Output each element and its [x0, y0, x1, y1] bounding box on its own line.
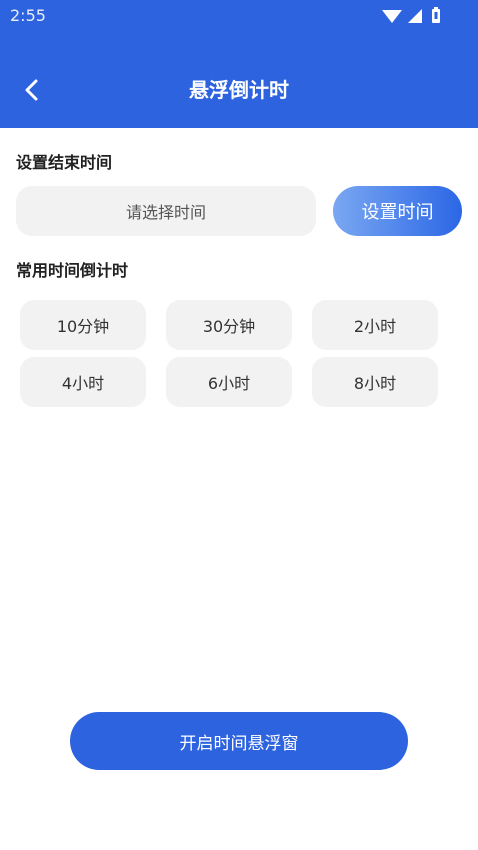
page-title: 悬浮倒计时 [189, 78, 289, 102]
app-screen: 2:55 悬浮倒计时 设置结束时间 请选择时间 设置时间 常用时间倒计时 10分 [0, 0, 478, 850]
open-floating-window-button[interactable]: 开启时间悬浮窗 [70, 712, 408, 770]
presets-label: 常用时间倒计时 [16, 261, 129, 280]
battery-icon [432, 7, 440, 23]
status-time: 2:55 [10, 6, 46, 25]
time-select-field[interactable]: 请选择时间 [16, 186, 316, 236]
wifi-icon [382, 10, 402, 23]
set-time-button[interactable]: 设置时间 [333, 186, 462, 236]
header-bar: 2:55 悬浮倒计时 [0, 0, 478, 128]
preset-chip-4h[interactable]: 4小时 [20, 357, 146, 407]
end-time-label: 设置结束时间 [16, 153, 113, 172]
preset-chip-8h[interactable]: 8小时 [312, 357, 438, 407]
signal-icon [408, 9, 422, 23]
preset-time-grid: 10分钟 30分钟 2小时 4小时 6小时 8小时 [20, 300, 440, 407]
preset-chip-2h[interactable]: 2小时 [312, 300, 438, 350]
preset-chip-6h[interactable]: 6小时 [166, 357, 292, 407]
status-icons [382, 7, 440, 23]
preset-chip-10min[interactable]: 10分钟 [20, 300, 146, 350]
preset-chip-30min[interactable]: 30分钟 [166, 300, 292, 350]
